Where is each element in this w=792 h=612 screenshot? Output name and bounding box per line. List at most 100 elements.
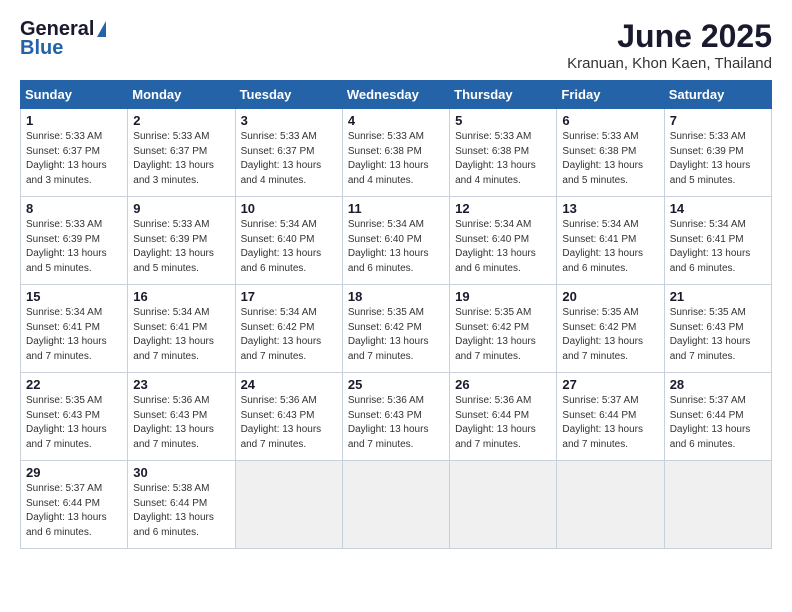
- day-detail: Sunrise: 5:34 AMSunset: 6:42 PMDaylight:…: [241, 306, 337, 364]
- calendar-cell: 22 Sunrise: 5:35 AMSunset: 6:43 PMDayligh…: [21, 373, 128, 461]
- day-detail: Sunrise: 5:34 AMSunset: 6:40 PMDaylight:…: [348, 218, 444, 276]
- day-detail: Sunrise: 5:37 AMSunset: 6:44 PMDaylight:…: [670, 394, 766, 452]
- day-detail: Sunrise: 5:35 AMSunset: 6:43 PMDaylight:…: [26, 394, 122, 452]
- day-number: 24: [241, 377, 337, 392]
- day-number: 28: [670, 377, 766, 392]
- day-detail: Sunrise: 5:34 AMSunset: 6:41 PMDaylight:…: [562, 218, 658, 276]
- day-detail: Sunrise: 5:33 AMSunset: 6:39 PMDaylight:…: [670, 130, 766, 188]
- day-number: 8: [26, 201, 122, 216]
- day-number: 14: [670, 201, 766, 216]
- week-row-2: 8 Sunrise: 5:33 AMSunset: 6:39 PMDaylight…: [21, 197, 772, 285]
- calendar-cell: 16 Sunrise: 5:34 AMSunset: 6:41 PMDayligh…: [128, 285, 235, 373]
- weekday-header-monday: Monday: [128, 81, 235, 109]
- day-number: 1: [26, 113, 122, 128]
- calendar-table: SundayMondayTuesdayWednesdayThursdayFrid…: [20, 80, 772, 549]
- day-number: 7: [670, 113, 766, 128]
- day-number: 21: [670, 289, 766, 304]
- calendar-cell: [664, 461, 771, 549]
- weekday-header-sunday: Sunday: [21, 81, 128, 109]
- day-number: 27: [562, 377, 658, 392]
- calendar-cell: 30 Sunrise: 5:38 AMSunset: 6:44 PMDayligh…: [128, 461, 235, 549]
- calendar-cell: 3 Sunrise: 5:33 AMSunset: 6:37 PMDaylight…: [235, 109, 342, 197]
- calendar-cell: [557, 461, 664, 549]
- calendar-cell: 19Sunrise: 5:35 AMSunset: 6:42 PMDayligh…: [450, 285, 557, 373]
- day-detail: Sunrise: 5:33 AMSunset: 6:37 PMDaylight:…: [26, 130, 122, 188]
- day-number: 18: [348, 289, 444, 304]
- calendar-cell: 23 Sunrise: 5:36 AMSunset: 6:43 PMDayligh…: [128, 373, 235, 461]
- calendar-cell: 6 Sunrise: 5:33 AMSunset: 6:38 PMDaylight…: [557, 109, 664, 197]
- logo-triangle: [97, 21, 106, 37]
- day-detail: Sunrise: 5:35 AMSunset: 6:42 PMDaylight:…: [348, 306, 444, 364]
- calendar-cell: 20Sunrise: 5:35 AMSunset: 6:42 PMDayligh…: [557, 285, 664, 373]
- day-detail: Sunrise: 5:35 AMSunset: 6:42 PMDaylight:…: [562, 306, 658, 364]
- day-detail: Sunrise: 5:36 AMSunset: 6:43 PMDaylight:…: [241, 394, 337, 452]
- weekday-header-wednesday: Wednesday: [342, 81, 449, 109]
- calendar-cell: 2 Sunrise: 5:33 AMSunset: 6:37 PMDaylight…: [128, 109, 235, 197]
- day-number: 16: [133, 289, 229, 304]
- calendar-cell: 4Sunrise: 5:33 AMSunset: 6:38 PMDaylight…: [342, 109, 449, 197]
- logo-blue: Blue: [20, 37, 63, 60]
- day-detail: Sunrise: 5:33 AMSunset: 6:37 PMDaylight:…: [133, 130, 229, 188]
- calendar-cell: 13Sunrise: 5:34 AMSunset: 6:41 PMDayligh…: [557, 197, 664, 285]
- calendar-cell: 9 Sunrise: 5:33 AMSunset: 6:39 PMDaylight…: [128, 197, 235, 285]
- calendar-cell: 12Sunrise: 5:34 AMSunset: 6:40 PMDayligh…: [450, 197, 557, 285]
- day-detail: Sunrise: 5:38 AMSunset: 6:44 PMDaylight:…: [133, 482, 229, 540]
- day-number: 6: [562, 113, 658, 128]
- calendar-cell: 14 Sunrise: 5:34 AMSunset: 6:41 PMDayligh…: [664, 197, 771, 285]
- day-detail: Sunrise: 5:35 AMSunset: 6:43 PMDaylight:…: [670, 306, 766, 364]
- calendar-cell: 18 Sunrise: 5:35 AMSunset: 6:42 PMDayligh…: [342, 285, 449, 373]
- day-number: 9: [133, 201, 229, 216]
- weekday-header-friday: Friday: [557, 81, 664, 109]
- calendar-cell: 7 Sunrise: 5:33 AMSunset: 6:39 PMDaylight…: [664, 109, 771, 197]
- calendar-cell: 5Sunrise: 5:33 AMSunset: 6:38 PMDaylight…: [450, 109, 557, 197]
- week-row-4: 22 Sunrise: 5:35 AMSunset: 6:43 PMDayligh…: [21, 373, 772, 461]
- weekday-header-tuesday: Tuesday: [235, 81, 342, 109]
- calendar-cell: 26Sunrise: 5:36 AMSunset: 6:44 PMDayligh…: [450, 373, 557, 461]
- day-number: 30: [133, 465, 229, 480]
- day-detail: Sunrise: 5:34 AMSunset: 6:41 PMDaylight:…: [133, 306, 229, 364]
- day-detail: Sunrise: 5:33 AMSunset: 6:38 PMDaylight:…: [562, 130, 658, 188]
- day-detail: Sunrise: 5:34 AMSunset: 6:41 PMDaylight:…: [26, 306, 122, 364]
- weekday-header-row: SundayMondayTuesdayWednesdayThursdayFrid…: [21, 81, 772, 109]
- day-number: 2: [133, 113, 229, 128]
- day-number: 25: [348, 377, 444, 392]
- day-number: 11: [348, 201, 444, 216]
- calendar-cell: 11 Sunrise: 5:34 AMSunset: 6:40 PMDayligh…: [342, 197, 449, 285]
- calendar-cell: 21 Sunrise: 5:35 AMSunset: 6:43 PMDayligh…: [664, 285, 771, 373]
- calendar-cell: 17 Sunrise: 5:34 AMSunset: 6:42 PMDayligh…: [235, 285, 342, 373]
- weekday-header-thursday: Thursday: [450, 81, 557, 109]
- day-detail: Sunrise: 5:36 AMSunset: 6:43 PMDaylight:…: [133, 394, 229, 452]
- day-detail: Sunrise: 5:33 AMSunset: 6:38 PMDaylight:…: [348, 130, 444, 188]
- day-detail: Sunrise: 5:35 AMSunset: 6:42 PMDaylight:…: [455, 306, 551, 364]
- week-row-1: 1 Sunrise: 5:33 AMSunset: 6:37 PMDaylight…: [21, 109, 772, 197]
- day-detail: Sunrise: 5:33 AMSunset: 6:39 PMDaylight:…: [133, 218, 229, 276]
- day-detail: Sunrise: 5:36 AMSunset: 6:43 PMDaylight:…: [348, 394, 444, 452]
- calendar-cell: 28 Sunrise: 5:37 AMSunset: 6:44 PMDayligh…: [664, 373, 771, 461]
- day-number: 26: [455, 377, 551, 392]
- day-number: 17: [241, 289, 337, 304]
- day-number: 10: [241, 201, 337, 216]
- month-title: June 2025: [567, 18, 772, 55]
- day-number: 22: [26, 377, 122, 392]
- day-detail: Sunrise: 5:37 AMSunset: 6:44 PMDaylight:…: [26, 482, 122, 540]
- logo: General Blue: [20, 18, 106, 60]
- calendar-cell: 24 Sunrise: 5:36 AMSunset: 6:43 PMDayligh…: [235, 373, 342, 461]
- day-detail: Sunrise: 5:33 AMSunset: 6:37 PMDaylight:…: [241, 130, 337, 188]
- day-number: 12: [455, 201, 551, 216]
- day-number: 29: [26, 465, 122, 480]
- day-number: 15: [26, 289, 122, 304]
- header: General Blue June 2025 Kranuan, Khon Kae…: [20, 18, 772, 72]
- calendar-cell: 25 Sunrise: 5:36 AMSunset: 6:43 PMDayligh…: [342, 373, 449, 461]
- day-number: 3: [241, 113, 337, 128]
- calendar-cell: 27Sunrise: 5:37 AMSunset: 6:44 PMDayligh…: [557, 373, 664, 461]
- week-row-5: 29 Sunrise: 5:37 AMSunset: 6:44 PMDayligh…: [21, 461, 772, 549]
- calendar-body: 1 Sunrise: 5:33 AMSunset: 6:37 PMDaylight…: [21, 109, 772, 549]
- day-detail: Sunrise: 5:33 AMSunset: 6:39 PMDaylight:…: [26, 218, 122, 276]
- day-detail: Sunrise: 5:34 AMSunset: 6:41 PMDaylight:…: [670, 218, 766, 276]
- week-row-3: 15 Sunrise: 5:34 AMSunset: 6:41 PMDayligh…: [21, 285, 772, 373]
- calendar-cell: [342, 461, 449, 549]
- location-title: Kranuan, Khon Kaen, Thailand: [567, 55, 772, 72]
- day-detail: Sunrise: 5:34 AMSunset: 6:40 PMDaylight:…: [241, 218, 337, 276]
- calendar-cell: 29 Sunrise: 5:37 AMSunset: 6:44 PMDayligh…: [21, 461, 128, 549]
- day-number: 23: [133, 377, 229, 392]
